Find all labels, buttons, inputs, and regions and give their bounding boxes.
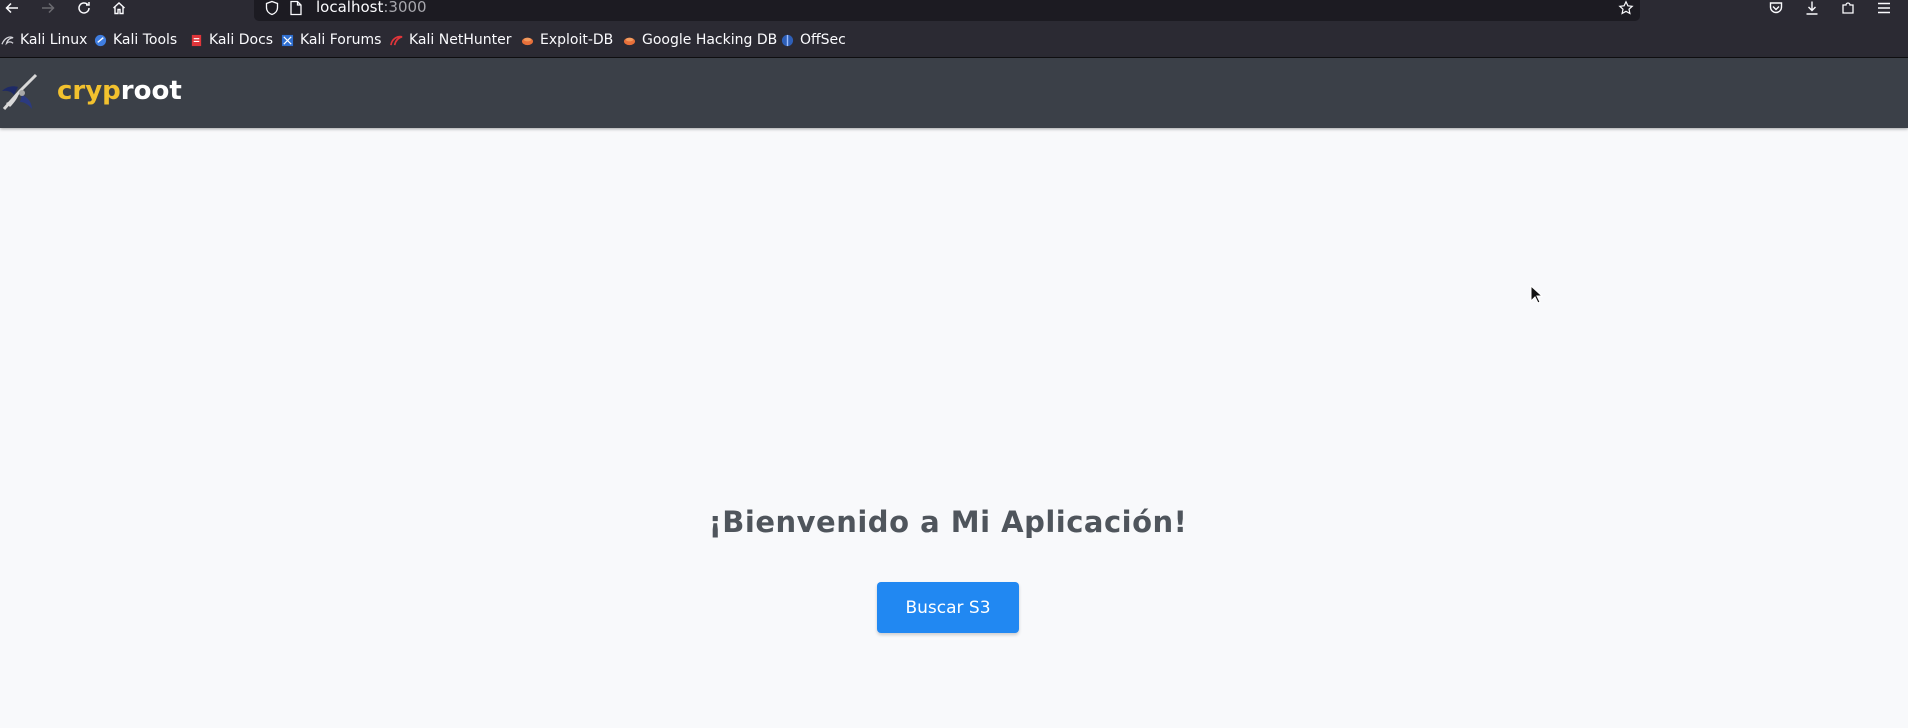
menu-icon[interactable] <box>1872 0 1896 16</box>
cryproot-logo-icon[interactable] <box>0 69 46 117</box>
reload-icon[interactable] <box>72 0 96 16</box>
url-port: :3000 <box>383 0 427 16</box>
bookmark-label: Kali Linux <box>20 32 88 48</box>
bookmark-label: Kali Docs <box>209 32 274 48</box>
bookmark-label: Kali NetHunter <box>409 32 512 48</box>
bookmark-label: Kali Forums <box>300 32 382 48</box>
url-host: localhost <box>316 0 384 16</box>
kali-dragon-icon <box>1 35 14 45</box>
extensions-icon[interactable] <box>1836 0 1860 16</box>
forward-icon[interactable] <box>36 0 60 16</box>
brand-part-2: root <box>120 76 182 106</box>
brand-part-1: cryp <box>57 76 121 106</box>
nethunter-icon <box>390 35 403 45</box>
tracking-shield-icon[interactable] <box>264 0 280 16</box>
page-title: ¡Bienvenido a Mi Aplicación! <box>708 505 1188 539</box>
bookmark-google-hacking-db[interactable]: Google Hacking DB <box>623 31 777 49</box>
kali-forums-icon <box>281 34 294 46</box>
pocket-icon[interactable] <box>1764 0 1788 16</box>
bookmark-kali-docs[interactable]: Kali Docs <box>190 31 273 49</box>
bookmarks-bar: Kali Linux Kali Tools Kali Docs Kali For… <box>0 23 1908 58</box>
mouse-cursor-icon <box>1530 285 1544 304</box>
offsec-icon <box>781 34 794 46</box>
bookmark-kali-tools[interactable]: Kali Tools <box>94 31 177 49</box>
kali-docs-icon <box>191 34 202 46</box>
downloads-icon[interactable] <box>1800 0 1824 16</box>
home-icon[interactable] <box>107 0 131 16</box>
back-icon[interactable] <box>0 0 24 16</box>
app-header: cryproot <box>0 58 1908 128</box>
search-s3-button[interactable]: Buscar S3 <box>877 582 1019 633</box>
url-text[interactable]: localhost:3000 <box>316 0 427 16</box>
page-info-icon[interactable] <box>289 0 303 16</box>
bookmark-label: Google Hacking DB <box>642 32 778 48</box>
kali-tools-icon <box>94 34 107 46</box>
bookmark-star-icon[interactable] <box>1618 0 1634 16</box>
ghdb-icon <box>623 37 636 45</box>
bookmark-offsec[interactable]: OffSec <box>781 31 846 49</box>
bookmark-exploit-db[interactable]: Exploit-DB <box>521 31 613 49</box>
brand-name[interactable]: cryproot <box>57 74 182 108</box>
bookmark-kali-nethunter[interactable]: Kali NetHunter <box>390 31 511 49</box>
bookmark-label: OffSec <box>800 32 846 48</box>
browser-toolbar: localhost:3000 <box>0 0 1908 23</box>
exploit-db-icon <box>521 37 534 45</box>
bookmark-label: Exploit-DB <box>540 32 614 48</box>
bookmark-label: Kali Tools <box>113 32 178 48</box>
bookmark-kali-linux[interactable]: Kali Linux <box>1 31 87 49</box>
bookmark-kali-forums[interactable]: Kali Forums <box>281 31 381 49</box>
url-bar[interactable]: localhost:3000 <box>254 0 1640 21</box>
